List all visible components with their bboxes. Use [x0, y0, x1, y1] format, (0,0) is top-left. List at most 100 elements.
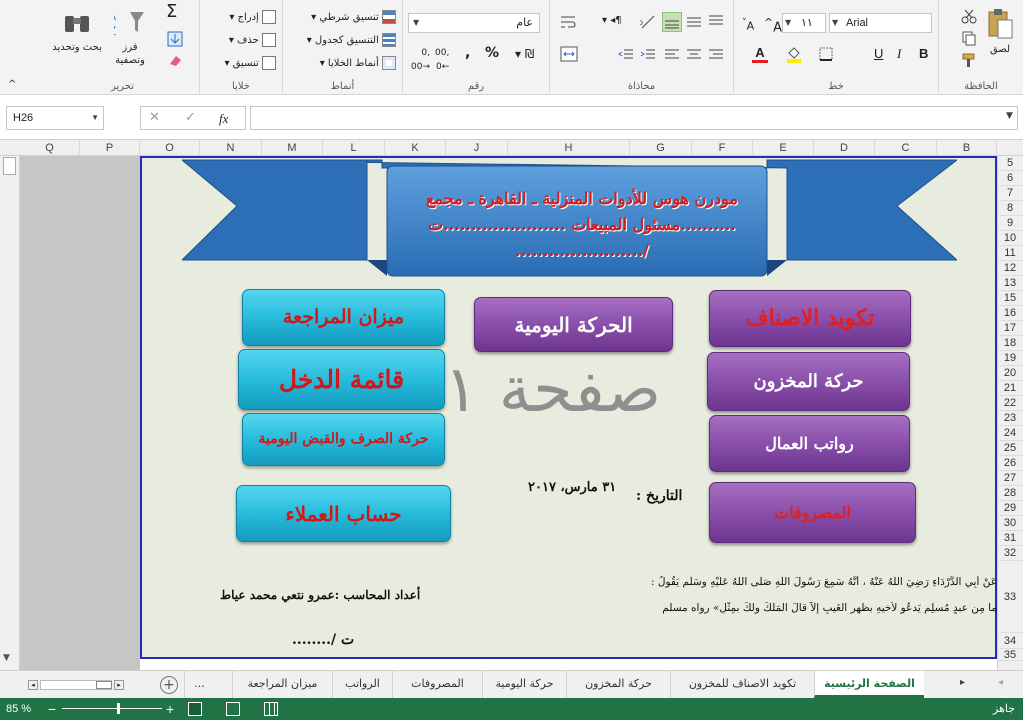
accounting-format-button[interactable]: ₪ ▾: [515, 47, 534, 61]
trial-balance-button[interactable]: ميزان المراجعة: [242, 289, 445, 346]
salaries-button[interactable]: رواتب العمال: [709, 415, 910, 472]
cancel-icon[interactable]: ✕: [149, 110, 160, 125]
column-header[interactable]: D: [814, 140, 875, 156]
merge-center-icon[interactable]: [560, 46, 578, 62]
page-layout-view-icon[interactable]: [226, 702, 240, 716]
row-header[interactable]: 30: [997, 516, 1023, 531]
column-header[interactable]: J: [446, 140, 508, 156]
normal-view-icon[interactable]: [264, 702, 278, 716]
daily-cash-button[interactable]: حركة الصرف والقبض اليومية: [242, 413, 445, 466]
align-top-icon[interactable]: [708, 14, 724, 28]
border-icon[interactable]: [819, 47, 833, 61]
row-header[interactable]: 22: [997, 396, 1023, 411]
hscroll-thumb[interactable]: [96, 681, 112, 689]
tab-daily-movement[interactable]: حركة اليومية: [482, 671, 566, 698]
customers-account-button[interactable]: حساب العملاء: [236, 485, 451, 542]
row-header[interactable]: 10: [997, 231, 1023, 246]
hscroll-left-icon[interactable]: ◂: [28, 680, 38, 690]
shrink-font-button[interactable]: A˅: [742, 16, 754, 34]
income-statement-button[interactable]: قائمة الدخل: [238, 349, 445, 410]
row-header[interactable]: 5: [997, 156, 1023, 171]
zoom-level[interactable]: 85 %: [6, 698, 31, 720]
column-header[interactable]: L: [323, 140, 385, 156]
insert-cells-button[interactable]: إدراج ▾: [229, 10, 276, 25]
font-color-button[interactable]: A: [752, 45, 768, 63]
conditional-formatting-button[interactable]: تنسيق شرطي ▾: [311, 10, 396, 25]
align-right-icon[interactable]: [708, 48, 724, 62]
zoom-slider-thumb[interactable]: [117, 703, 120, 714]
item-codes-button[interactable]: تكويد الاصناف: [709, 290, 911, 347]
row-header[interactable]: 8: [997, 201, 1023, 216]
tab-expenses[interactable]: المصروفات: [392, 671, 482, 698]
column-header[interactable]: H: [508, 140, 630, 156]
column-header[interactable]: N: [200, 140, 262, 156]
number-format-select[interactable]: ▼ عام: [408, 13, 540, 33]
row-header[interactable]: 12: [997, 261, 1023, 276]
sort-filter-button[interactable]: AZ فرز وتصفية: [106, 8, 154, 67]
row-header[interactable]: 27: [997, 471, 1023, 486]
row-header[interactable]: 29: [997, 501, 1023, 516]
column-header[interactable]: B: [937, 140, 997, 156]
indent-icon[interactable]: [640, 48, 656, 62]
insert-function-button[interactable]: fx: [219, 111, 228, 127]
row-header[interactable]: 7: [997, 186, 1023, 201]
row-header[interactable]: 32: [997, 546, 1023, 561]
tab-stock-movement[interactable]: حركة المخزون: [566, 671, 670, 698]
outdent-icon[interactable]: [618, 48, 634, 62]
tab-salaries[interactable]: الرواتب: [332, 671, 392, 698]
row-header[interactable]: 13: [997, 276, 1023, 291]
tab-more[interactable]: ...: [184, 671, 214, 698]
align-middle-icon[interactable]: [686, 14, 702, 28]
column-header[interactable]: F: [692, 140, 753, 156]
horizontal-scrollbar[interactable]: [40, 680, 112, 690]
row-header[interactable]: 21: [997, 381, 1023, 396]
copy-icon[interactable]: [961, 30, 977, 46]
italic-button[interactable]: I: [897, 47, 901, 61]
clear-icon[interactable]: [167, 54, 183, 68]
scroll-down-icon[interactable]: ▼: [3, 653, 10, 663]
tab-home[interactable]: الصفحة الرئيسية: [814, 671, 924, 698]
row-header[interactable]: 17: [997, 321, 1023, 336]
delete-cells-button[interactable]: حذف ▾: [229, 33, 276, 48]
wrap-text-icon[interactable]: [560, 14, 576, 30]
expenses-button[interactable]: المصروفات: [709, 482, 916, 543]
find-select-button[interactable]: بحث وتحديد: [52, 8, 102, 54]
align-left-icon[interactable]: [664, 48, 680, 62]
tab-scroll-right-icon[interactable]: ▸: [960, 677, 965, 688]
row-header[interactable]: 24: [997, 426, 1023, 441]
enter-icon[interactable]: ✓: [185, 110, 196, 125]
column-header[interactable]: E: [753, 140, 814, 156]
row-header[interactable]: 25: [997, 441, 1023, 456]
row-header[interactable]: 6: [997, 171, 1023, 186]
zoom-in-button[interactable]: +: [166, 698, 174, 720]
scroll-thumb[interactable]: [3, 157, 16, 175]
select-all-corner[interactable]: [997, 140, 1023, 156]
name-box[interactable]: H26 ▼: [6, 106, 104, 130]
add-sheet-button[interactable]: +: [160, 676, 178, 694]
vertical-scrollbar[interactable]: ▲ ▼: [0, 139, 20, 670]
column-header[interactable]: P: [80, 140, 140, 156]
row-header[interactable]: 26: [997, 456, 1023, 471]
row-header[interactable]: 18: [997, 336, 1023, 351]
row-header[interactable]: 34: [997, 633, 1023, 649]
column-header[interactable]: M: [262, 140, 323, 156]
rtl-direction-button[interactable]: ¶◂ ▾: [602, 14, 622, 28]
formula-input[interactable]: [250, 106, 1018, 130]
underline-button[interactable]: U: [874, 47, 883, 61]
row-header[interactable]: 23: [997, 411, 1023, 426]
cut-icon[interactable]: [961, 8, 977, 24]
bold-button[interactable]: B: [919, 47, 928, 61]
column-header[interactable]: Q: [20, 140, 80, 156]
decrease-decimal-button[interactable]: ,0 →00: [411, 46, 430, 74]
page-break-view-icon[interactable]: [188, 702, 202, 716]
row-header[interactable]: 33: [997, 561, 1023, 633]
daily-movement-button[interactable]: الحركة اليومية: [474, 297, 673, 352]
zoom-slider[interactable]: [62, 703, 162, 714]
font-name-select[interactable]: ▼ Arial: [829, 13, 932, 33]
row-header[interactable]: 28: [997, 486, 1023, 501]
increase-decimal-button[interactable]: ,00 ←0: [435, 46, 449, 74]
tab-trial-balance[interactable]: ميزان المراجعة: [232, 671, 332, 698]
column-header[interactable]: G: [630, 140, 692, 156]
row-header[interactable]: 16: [997, 306, 1023, 321]
collapse-ribbon-button[interactable]: ^: [8, 78, 16, 92]
